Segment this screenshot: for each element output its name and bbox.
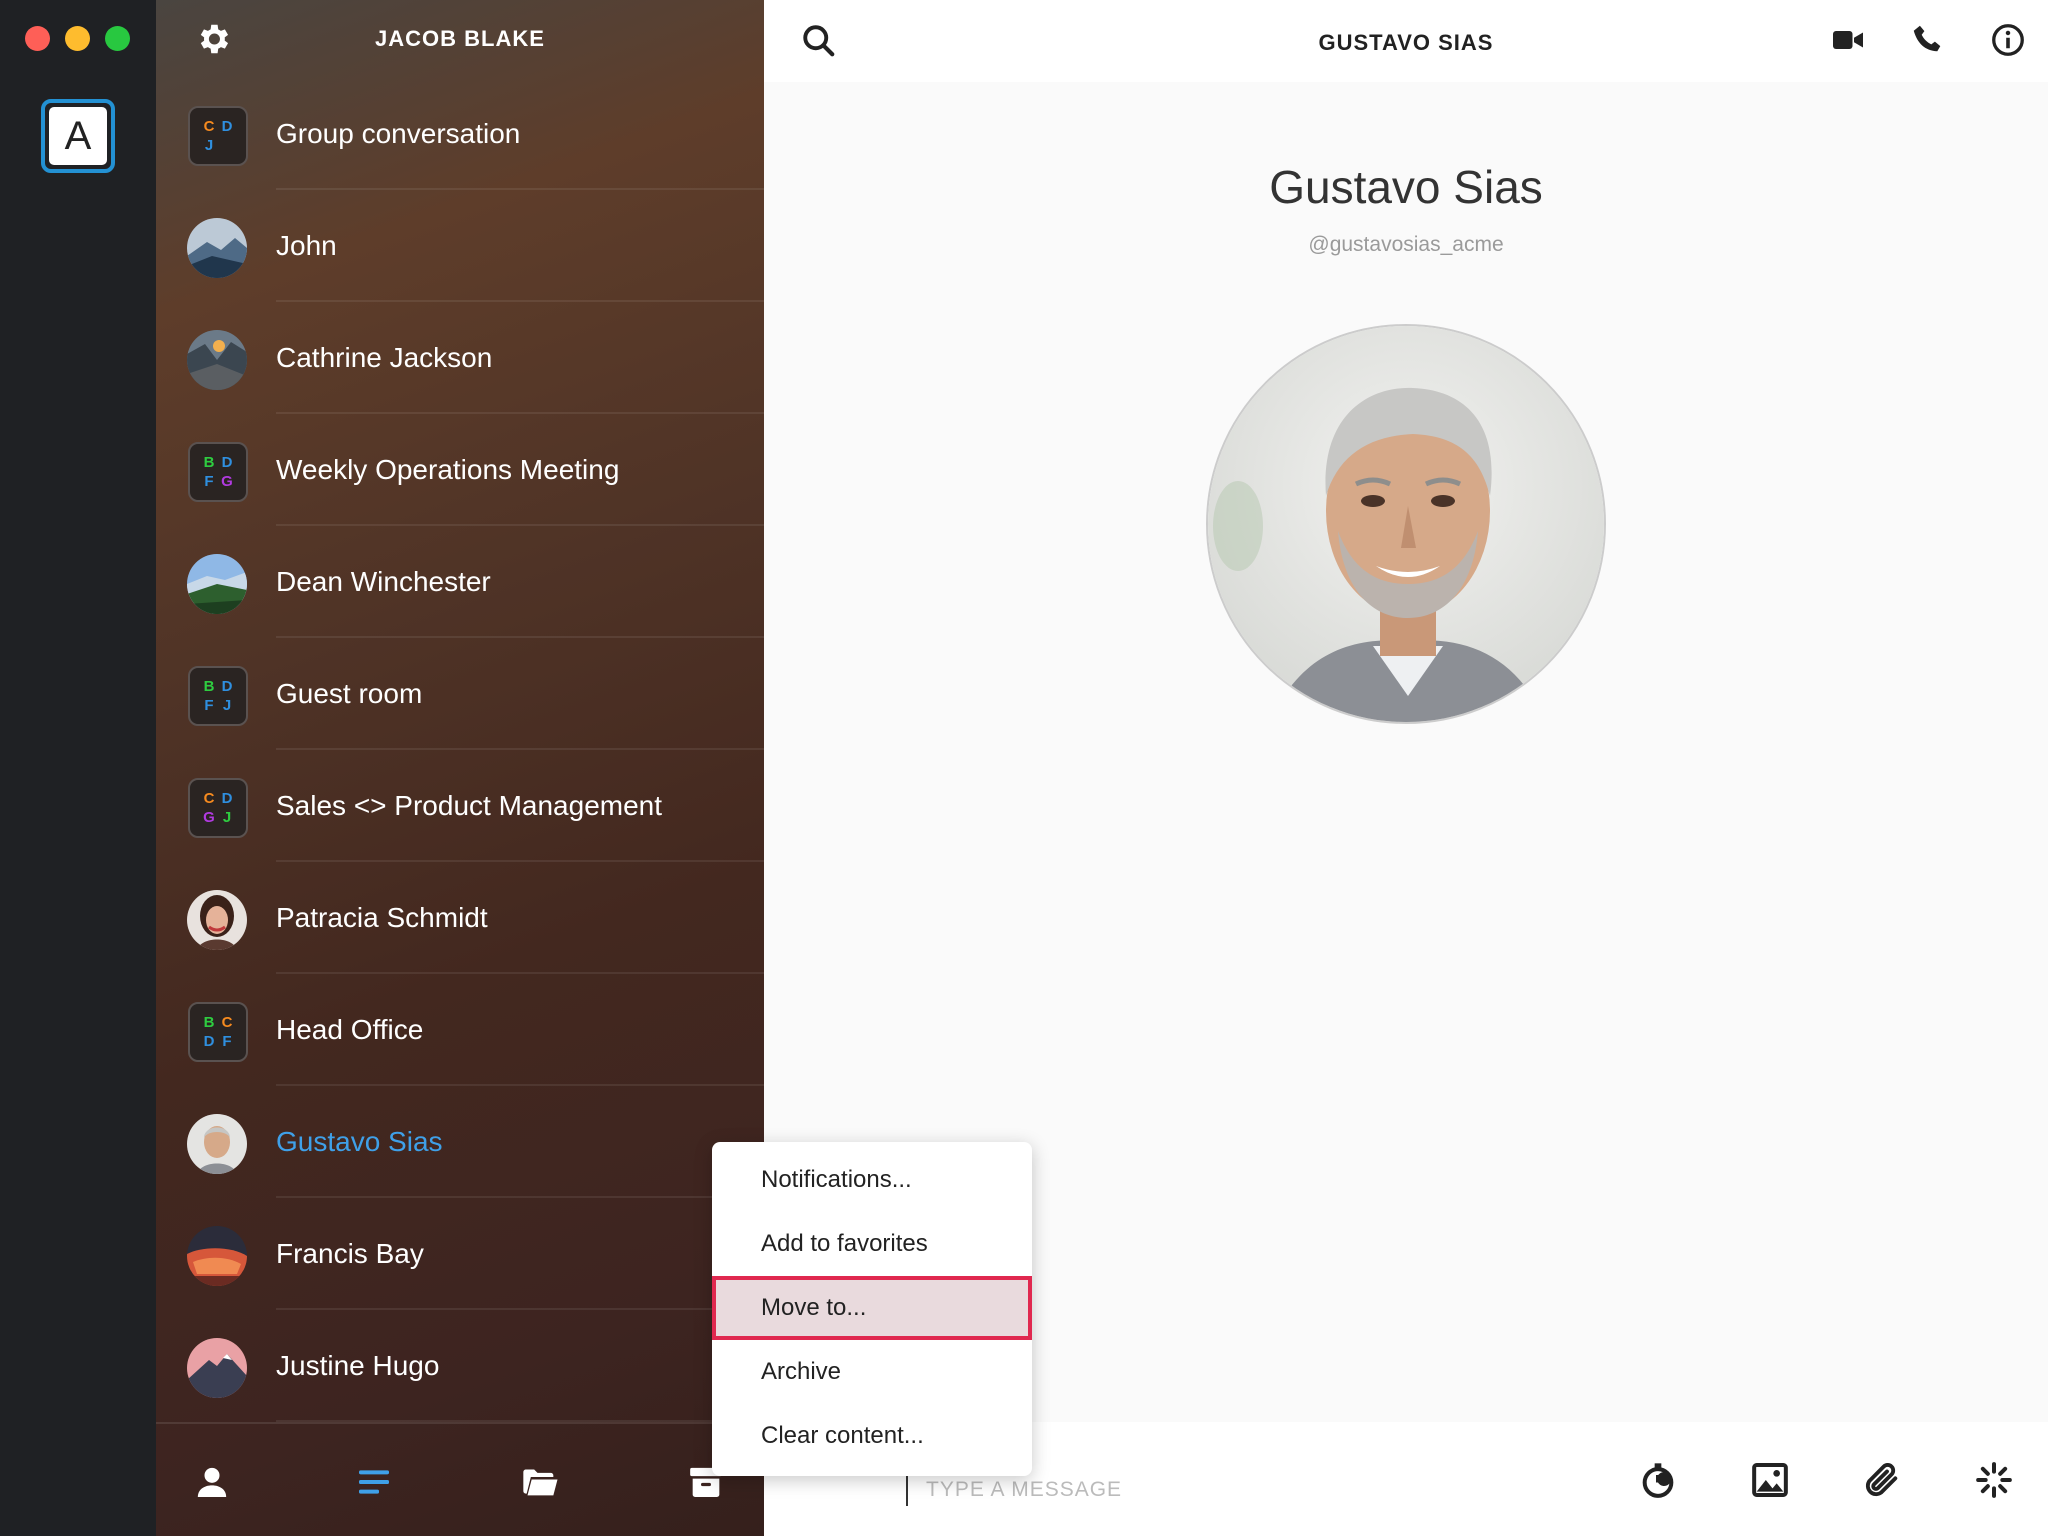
group-avatar-initial: J bbox=[222, 697, 232, 714]
conversation-name: Gustavo Sias bbox=[276, 1126, 443, 1157]
avatar bbox=[187, 890, 247, 950]
ping-icon[interactable] bbox=[1974, 1460, 2014, 1500]
group-avatar-initial: D bbox=[221, 454, 233, 471]
conversation-item[interactable]: Patracia Schmidt bbox=[156, 862, 764, 974]
group-avatar-initial: B bbox=[203, 1014, 215, 1031]
avatar bbox=[187, 1338, 247, 1398]
conversation-name: Weekly Operations Meeting bbox=[276, 454, 620, 485]
conversation-item[interactable]: B D F J Guest room bbox=[156, 638, 764, 750]
conversation-item[interactable]: Dean Winchester bbox=[156, 526, 764, 638]
conversation-item[interactable]: C D G J Sales <> Product Management bbox=[156, 750, 764, 862]
conversation-name: Group conversation bbox=[276, 118, 521, 149]
group-avatar-initial: B bbox=[203, 678, 215, 695]
close-window-button[interactable] bbox=[25, 26, 50, 51]
conversation-name: Cathrine Jackson bbox=[276, 342, 493, 373]
timer-icon[interactable] bbox=[1638, 1460, 1678, 1500]
conversation-item[interactable]: John bbox=[156, 190, 764, 302]
group-avatar-initial: G bbox=[221, 473, 233, 490]
conversation-item[interactable]: Gustavo Sias bbox=[156, 1086, 764, 1198]
group-avatar-initial: D bbox=[221, 118, 233, 135]
contacts-icon[interactable] bbox=[192, 1462, 232, 1502]
group-avatar-initial: C bbox=[203, 790, 215, 807]
group-avatar: BDFG bbox=[188, 442, 248, 502]
conversation-name: Patracia Schmidt bbox=[276, 902, 488, 933]
menu-item[interactable]: Move to... bbox=[712, 1276, 1032, 1340]
group-avatar-initial: J bbox=[222, 809, 232, 826]
group-avatar-initial: C bbox=[221, 1014, 233, 1031]
attachment-icon[interactable] bbox=[1862, 1460, 1902, 1500]
video-call-icon[interactable] bbox=[1830, 22, 1866, 58]
conversation-name: Dean Winchester bbox=[276, 566, 491, 597]
conversation-name: Head Office bbox=[276, 1014, 424, 1045]
group-avatar-initial: D bbox=[221, 678, 233, 695]
group-avatar-initial: B bbox=[203, 454, 215, 471]
conversation-list: C D J Group conversation John Cathrine Jackso… bbox=[156, 78, 764, 1422]
minimize-window-button[interactable] bbox=[65, 26, 90, 51]
conversation-name: Guest room bbox=[276, 678, 423, 709]
conversation-name: Justine Hugo bbox=[276, 1350, 440, 1381]
avatar bbox=[187, 1114, 247, 1174]
folder-icon[interactable] bbox=[520, 1462, 560, 1502]
sidebar-header: JACOB BLAKE bbox=[156, 0, 764, 82]
profile-name: Gustavo Sias bbox=[1269, 161, 1543, 213]
group-avatar: BDFJ bbox=[188, 666, 248, 726]
group-avatar: CDJ bbox=[188, 106, 248, 166]
group-avatar: BCDF bbox=[188, 1002, 248, 1062]
conversation-name: Sales <> Product Management bbox=[276, 790, 663, 821]
avatar bbox=[187, 330, 247, 390]
conversation-sidebar: JACOB BLAKE C D J Group conversation John Cat… bbox=[156, 0, 764, 1536]
group-avatar-initial: D bbox=[203, 1033, 215, 1050]
group-avatar-initial: F bbox=[222, 1033, 232, 1050]
avatar bbox=[187, 1226, 247, 1286]
menu-item[interactable]: Notifications... bbox=[712, 1148, 1032, 1212]
phone-icon[interactable] bbox=[1910, 22, 1946, 58]
group-avatar-initial: D bbox=[221, 790, 233, 807]
avatar bbox=[187, 218, 247, 278]
conversation-item[interactable]: Francis Bay bbox=[156, 1198, 764, 1310]
avatar bbox=[187, 554, 247, 614]
conversation-header: GUSTAVO SIAS bbox=[764, 0, 2048, 82]
group-avatar-initial: G bbox=[203, 809, 215, 826]
zoom-window-button[interactable] bbox=[105, 26, 130, 51]
group-avatar: CDGJ bbox=[188, 778, 248, 838]
conversation-item[interactable]: Cathrine Jackson bbox=[156, 302, 764, 414]
sidebar-footer bbox=[156, 1422, 764, 1536]
profile-picture bbox=[1206, 324, 1606, 724]
conversations-icon[interactable] bbox=[354, 1462, 394, 1502]
group-avatar-initial: F bbox=[204, 697, 214, 714]
image-icon[interactable] bbox=[1750, 1460, 1790, 1500]
info-icon[interactable] bbox=[1990, 22, 2026, 58]
sidebar-title: JACOB BLAKE bbox=[375, 26, 545, 51]
group-avatar-initial: J bbox=[204, 137, 214, 154]
profile-handle: @gustavosias_acme bbox=[1308, 233, 1504, 256]
menu-item[interactable]: Archive bbox=[712, 1340, 1032, 1404]
account-initial: A bbox=[49, 107, 107, 165]
conversation-name: John bbox=[276, 230, 337, 261]
group-avatar-initial bbox=[218, 136, 236, 155]
conversation-item[interactable]: C D J Group conversation bbox=[156, 78, 764, 190]
conversation-item[interactable]: B C D F Head Office bbox=[156, 974, 764, 1086]
menu-item[interactable]: Add to favorites bbox=[712, 1212, 1032, 1276]
conversation-item[interactable]: B D F G Weekly Operations Meeting bbox=[156, 414, 764, 526]
message-input[interactable]: TYPE A MESSAGE bbox=[926, 1478, 1122, 1502]
conversation-name: Francis Bay bbox=[276, 1238, 424, 1269]
group-avatar-initial: F bbox=[204, 473, 214, 490]
conversation-item[interactable]: Justine Hugo bbox=[156, 1310, 764, 1422]
text-cursor bbox=[906, 1476, 908, 1506]
account-switcher[interactable]: A bbox=[41, 99, 115, 173]
menu-item[interactable]: Clear content... bbox=[712, 1404, 1032, 1468]
group-avatar-initial: C bbox=[203, 118, 215, 135]
account-rail: A bbox=[0, 0, 156, 1536]
conversation-context-menu: Notifications... Add to favorites Move to.… bbox=[712, 1142, 1032, 1476]
